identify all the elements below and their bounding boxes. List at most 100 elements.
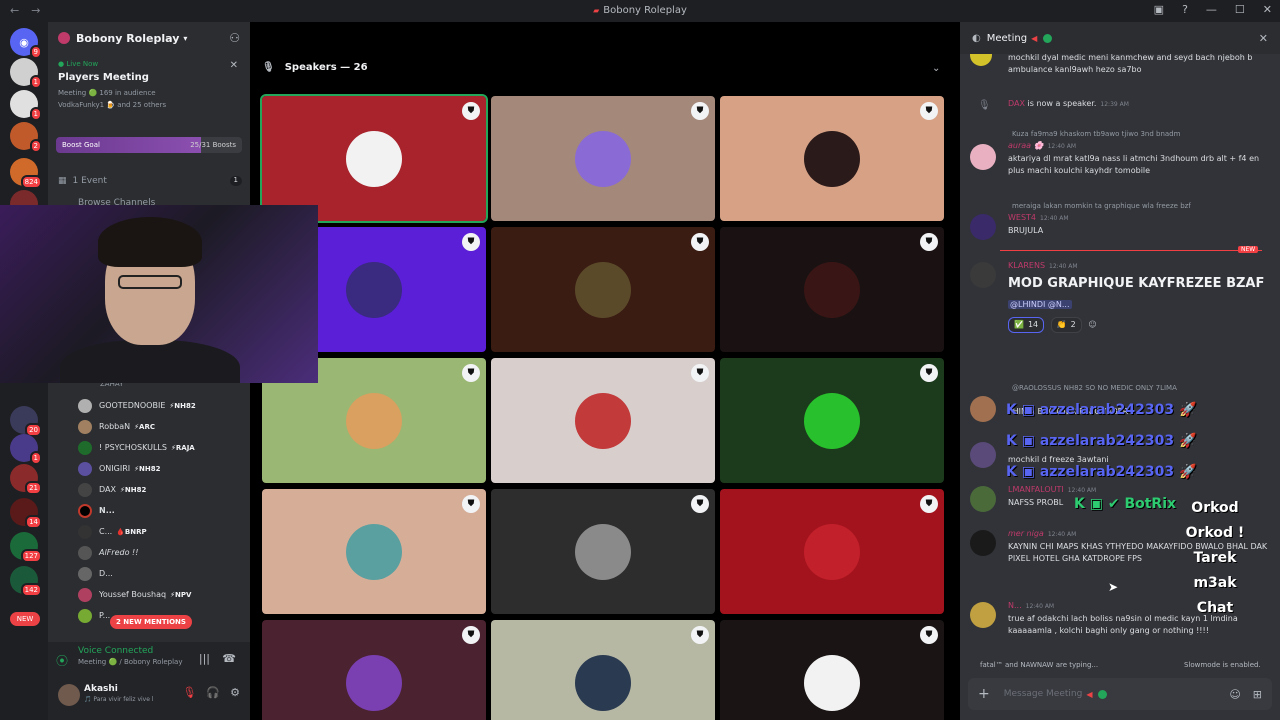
server-icon[interactable]: 824 — [10, 158, 42, 189]
member-item[interactable]: RobbaN ⚡ARC — [78, 416, 258, 437]
server-icon[interactable]: 1 — [10, 434, 42, 465]
server-icon[interactable]: 20 — [10, 406, 42, 437]
home-button[interactable]: ◉ 9 — [10, 28, 42, 59]
signal-icon[interactable]: ⦿ — [56, 652, 72, 668]
reaction-button[interactable]: 👏 2 — [1050, 317, 1082, 333]
server-icon[interactable]: 14 — [10, 498, 42, 529]
overlay-name: K ▣ azzelarab242303 🚀 — [1006, 433, 1197, 449]
server-icon[interactable]: 1 — [10, 58, 42, 89]
server-avatar — [58, 32, 70, 44]
app-logo-icon: ▰ — [593, 6, 600, 15]
speaker-tile[interactable]: ⛊ — [262, 620, 486, 720]
voice-panel: ⦿ Voice Connected Meeting 🟢 / Bobony Rol… — [48, 642, 250, 678]
speaker-avatar — [346, 130, 402, 187]
events-item[interactable]: ▦ 1 Event 1 — [58, 176, 242, 186]
reply-preview: @RAOLOSSUS NH82 SO NO MEDIC ONLY 7LIMA — [1012, 384, 1177, 392]
member-item[interactable]: N... — [78, 500, 258, 521]
chat-title: Meeting — [986, 32, 1028, 44]
new-tag: NEW — [1238, 246, 1259, 253]
speaker-tile[interactable]: ⛊ — [720, 358, 944, 483]
live-participants: VodkaFunky1 🍺 and 25 others — [58, 101, 167, 109]
add-member-icon[interactable]: ⚇ — [229, 31, 240, 45]
server-icon[interactable]: 127 — [10, 532, 42, 563]
headphones-icon[interactable]: 🎧 — [206, 686, 220, 699]
member-item[interactable]: AlFredo !! — [78, 542, 258, 563]
member-item[interactable]: Youssef Boushaq ⚡NPV — [78, 584, 258, 605]
new-mentions-pill[interactable]: 2 NEW MENTIONS — [110, 615, 192, 629]
speaker-tile[interactable]: ⛊ — [260, 94, 488, 223]
badge: 21 — [25, 481, 42, 495]
speaker-avatar — [575, 130, 631, 187]
close-icon[interactable]: ✕ — [230, 60, 238, 71]
stream-chat-overlay: Orkod Orkod ! Tarek m3ak Chat — [1185, 500, 1245, 616]
member-item[interactable]: C... 🩸BNRP — [78, 521, 258, 542]
badge: 14 — [25, 515, 42, 529]
server-header[interactable]: Bobony Roleplay ▾ ⚇ — [48, 22, 250, 54]
boost-goal-bar[interactable]: Boost Goal 25/31 Boosts — [56, 137, 242, 153]
member-item[interactable]: ! PSYCHOSKULLS ⚡RAJA — [78, 437, 258, 458]
calendar-icon: ▦ — [58, 176, 67, 186]
message-input[interactable]: Message Meeting — [1004, 689, 1083, 699]
close-button[interactable]: ✕ — [1263, 3, 1272, 16]
live-stage-card[interactable]: ● Live Now Players Meeting Meeting 🟢 169… — [58, 60, 246, 109]
moderator-shield-icon: ⛊ — [920, 495, 938, 513]
speaker-tile[interactable]: ⛊ — [720, 227, 944, 352]
add-reaction-icon[interactable]: ☺ — [1088, 320, 1096, 329]
badge: 1 — [29, 107, 42, 121]
new-servers-pill[interactable]: NEW — [10, 612, 40, 626]
speaker-tile[interactable]: ⛊ — [491, 489, 715, 614]
live-meta: Meeting 🟢 169 in audience — [58, 89, 156, 97]
speaker-tile[interactable]: ⛊ — [262, 489, 486, 614]
reply-preview: Kuza fa9ma9 khaskom tb9awo tjiwo 3nd bna… — [1012, 130, 1181, 138]
speaker-tile[interactable]: ⛊ — [491, 227, 715, 352]
emoji-icon[interactable]: ☺ — [1229, 688, 1240, 701]
member-item[interactable]: D... — [78, 563, 258, 584]
window-title: ▰ Bobony Roleplay — [593, 5, 687, 16]
member-item[interactable]: DAX ⚡NH82 — [78, 479, 258, 500]
badge: 127 — [20, 549, 42, 563]
events-label: 1 Event — [72, 176, 107, 186]
apps-icon[interactable]: ⊞ — [1253, 688, 1262, 701]
plus-icon[interactable]: + — [978, 686, 990, 702]
inbox-icon[interactable]: ▣ — [1154, 3, 1164, 16]
moderator-shield-icon: ⛊ — [920, 626, 938, 644]
speaker-tile[interactable]: ⛊ — [491, 96, 715, 221]
server-icon[interactable]: 21 — [10, 464, 42, 495]
moderator-shield-icon: ⛊ — [462, 233, 480, 251]
disconnect-icon[interactable]: ☎ — [222, 652, 236, 665]
minimize-button[interactable]: — — [1206, 3, 1217, 16]
member-item[interactable]: GOOTEDNOOBIE ⚡NH82 — [78, 395, 258, 416]
moderator-shield-icon: ⛊ — [920, 102, 938, 120]
voice-channel[interactable]: Meeting 🟢 / Bobony Roleplay — [78, 658, 242, 666]
message-composer[interactable]: + Message Meeting ◀ ☺ ⊞ — [968, 678, 1272, 710]
speaker-avatar — [575, 523, 631, 580]
server-icon[interactable]: 142 — [10, 566, 42, 597]
mention[interactable]: @LHINDI @N... — [1008, 300, 1072, 309]
gear-icon[interactable]: ⚙ — [230, 686, 240, 699]
stage-view: 🎙 Speakers — 26 ⌄ ⛊ ⛊ ⛊ ⛊ ⛊ ⛊ ⛊ ⛊ ⛊ ⛊ ⛊ ⛊ ⛊ ⛊ ⛊ — [250, 22, 960, 720]
speaker-tile[interactable]: ⛊ — [491, 620, 715, 720]
avatar[interactable] — [58, 684, 80, 706]
mouse-cursor: ➤ — [1108, 580, 1119, 594]
speaker-tile[interactable]: ⛊ — [720, 96, 944, 221]
member-item[interactable]: ONIGIRI ⚡NH82 — [78, 458, 258, 479]
maximize-button[interactable]: ☐ — [1235, 3, 1245, 16]
speaker-tile[interactable]: ⛊ — [720, 489, 944, 614]
overlay-name: K ▣ azzelarab242303 🚀 — [1006, 464, 1197, 480]
server-icon[interactable]: 1 — [10, 90, 42, 121]
chat-header: ◐ Meeting ◀ ✕ — [960, 22, 1280, 54]
mic-muted-icon[interactable]: 🎙 — [182, 686, 196, 699]
chevron-down-icon[interactable]: ⌄ — [932, 63, 940, 74]
moderator-shield-icon: ⛊ — [462, 626, 480, 644]
mic-icon: 🎙 — [262, 62, 275, 73]
soundboard-icon[interactable]: ||| — [199, 652, 210, 665]
speaker-tile[interactable]: ⛊ — [491, 358, 715, 483]
server-icon[interactable]: 2 — [10, 122, 42, 153]
speaker-tile[interactable]: ⛊ — [720, 620, 944, 720]
close-icon[interactable]: ✕ — [1259, 32, 1268, 45]
help-icon[interactable]: ? — [1182, 3, 1188, 16]
reaction-button[interactable]: ✅ 14 — [1008, 317, 1045, 333]
speaker-avatar — [575, 654, 631, 711]
events-count: 1 — [229, 176, 242, 186]
chat-message: KLARENS 12:40 AM MOD GRAPHIQUE KAYFREZEE … — [968, 260, 1268, 333]
